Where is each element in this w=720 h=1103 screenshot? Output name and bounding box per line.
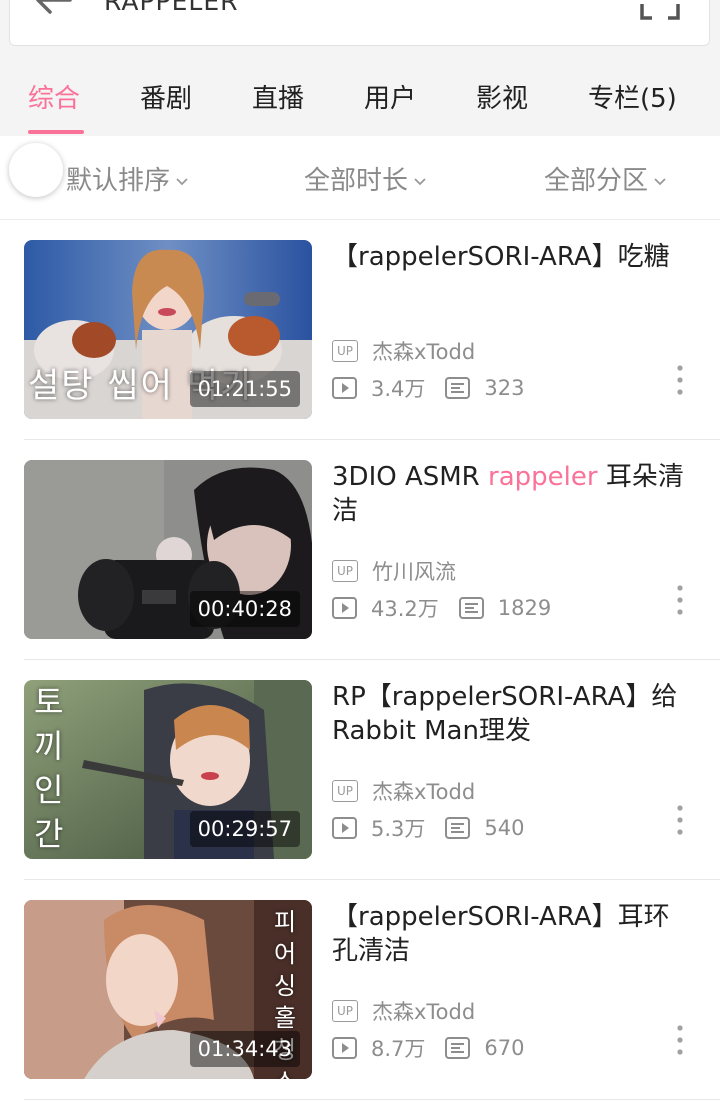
- play-count-icon: [332, 817, 357, 839]
- uploader-name: 杰森xTodd: [372, 780, 476, 804]
- video-thumbnail[interactable]: 설탕 씹어 먹기 01:21:55: [24, 240, 312, 419]
- play-count-icon: [332, 377, 357, 399]
- video-thumbnail[interactable]: 00:40:28: [24, 460, 312, 639]
- title-keyword-highlight: rappeler: [488, 462, 598, 492]
- chevron-down-icon: [414, 177, 426, 185]
- video-title[interactable]: RP【rappelerSORI-ARA】给Rabbit Man理发: [332, 680, 692, 748]
- danmaku-icon: [445, 817, 471, 839]
- uploader-name: 杰森xTodd: [372, 340, 476, 364]
- video-result-item[interactable]: 피어싱홀청소 01:34:43 【rappelerSORI-ARA】耳环孔清洁 …: [0, 880, 720, 1100]
- tab-users[interactable]: 用户: [364, 78, 416, 115]
- video-duration: 00:40:28: [189, 591, 300, 627]
- uploader-row[interactable]: UP 竹川风流: [332, 557, 456, 585]
- video-duration: 01:34:43: [189, 1031, 300, 1067]
- video-title[interactable]: 【rappelerSORI-ARA】吃糖: [332, 240, 692, 274]
- duration-filter[interactable]: 全部时长: [304, 160, 426, 197]
- play-count-icon: [332, 1037, 357, 1059]
- active-tab-indicator: [28, 130, 84, 134]
- search-query-text[interactable]: RAPPELER: [104, 0, 239, 18]
- duration-filter-label: 全部时长: [304, 166, 409, 196]
- stats-row: 3.4万 323: [332, 373, 525, 403]
- thumbnail-caption: 토끼인간: [34, 683, 64, 853]
- more-options-icon[interactable]: [670, 800, 690, 840]
- danmaku-count: 540: [484, 816, 525, 840]
- up-badge-icon: UP: [332, 340, 358, 362]
- tab-all[interactable]: 综合: [28, 78, 80, 115]
- uploader-row[interactable]: UP 杰森xTodd: [332, 997, 475, 1025]
- video-thumbnail[interactable]: 토끼인간 00:29:57: [24, 680, 312, 859]
- video-result-item[interactable]: 00:40:28 3DIO ASMR rappeler 耳朵清洁 UP 竹川风流…: [0, 440, 720, 660]
- view-count: 5.3万: [371, 817, 426, 841]
- chevron-down-icon: [654, 177, 666, 185]
- search-header: RAPPELER: [0, 0, 720, 58]
- video-result-item[interactable]: 설탕 씹어 먹기 01:21:55 【rappelerSORI-ARA】吃糖 U…: [0, 220, 720, 440]
- uploader-row[interactable]: UP 杰森xTodd: [332, 337, 475, 365]
- video-title[interactable]: 【rappelerSORI-ARA】耳环孔清洁: [332, 900, 692, 968]
- stats-row: 5.3万 540: [332, 813, 525, 843]
- sort-filter-label: 默认排序: [66, 166, 171, 196]
- filter-bar: 默认排序 全部时长 全部分区: [0, 136, 720, 220]
- up-badge-icon: UP: [332, 780, 358, 802]
- uploader-row[interactable]: UP 杰森xTodd: [332, 777, 475, 805]
- stats-row: 8.7万 670: [332, 1033, 525, 1063]
- more-options-icon[interactable]: [670, 1020, 690, 1060]
- floating-assist-button[interactable]: [9, 143, 63, 197]
- view-count: 3.4万: [371, 377, 426, 401]
- scan-icon[interactable]: [638, 0, 682, 22]
- tab-articles[interactable]: 专栏(5): [588, 78, 677, 115]
- more-options-icon[interactable]: [670, 580, 690, 620]
- danmaku-count: 1829: [497, 596, 552, 620]
- chevron-down-icon: [176, 177, 188, 185]
- danmaku-icon: [445, 1037, 471, 1059]
- view-count: 8.7万: [371, 1037, 426, 1061]
- tab-live[interactable]: 直播: [252, 78, 304, 115]
- danmaku-count: 670: [484, 1036, 525, 1060]
- zone-filter-label: 全部分区: [544, 166, 649, 196]
- view-count: 43.2万: [371, 597, 439, 621]
- video-result-item[interactable]: 토끼인간 00:29:57 RP【rappelerSORI-ARA】给Rabbi…: [0, 660, 720, 880]
- search-tabs: 综合 番剧 直播 用户 影视 专栏(5): [0, 58, 720, 136]
- video-duration: 00:29:57: [189, 811, 300, 847]
- video-thumbnail[interactable]: 피어싱홀청소 01:34:43: [24, 900, 312, 1079]
- play-count-icon: [332, 597, 357, 619]
- uploader-name: 竹川风流: [372, 560, 456, 584]
- tab-movies[interactable]: 影视: [476, 78, 528, 115]
- back-arrow-icon[interactable]: [30, 0, 76, 28]
- sort-filter[interactable]: 默认排序: [66, 160, 188, 197]
- more-options-icon[interactable]: [670, 360, 690, 400]
- danmaku-count: 323: [484, 376, 525, 400]
- stats-row: 43.2万 1829: [332, 593, 551, 623]
- item-divider: [24, 1099, 720, 1100]
- danmaku-icon: [458, 597, 484, 619]
- tab-bangumi[interactable]: 番剧: [140, 78, 192, 115]
- danmaku-icon: [445, 377, 471, 399]
- title-prefix: 3DIO ASMR: [332, 462, 489, 492]
- up-badge-icon: UP: [332, 560, 358, 582]
- zone-filter[interactable]: 全部分区: [544, 160, 666, 197]
- video-duration: 01:21:55: [189, 371, 300, 407]
- up-badge-icon: UP: [332, 1000, 358, 1022]
- video-title[interactable]: 3DIO ASMR rappeler 耳朵清洁: [332, 460, 692, 528]
- uploader-name: 杰森xTodd: [372, 1000, 476, 1024]
